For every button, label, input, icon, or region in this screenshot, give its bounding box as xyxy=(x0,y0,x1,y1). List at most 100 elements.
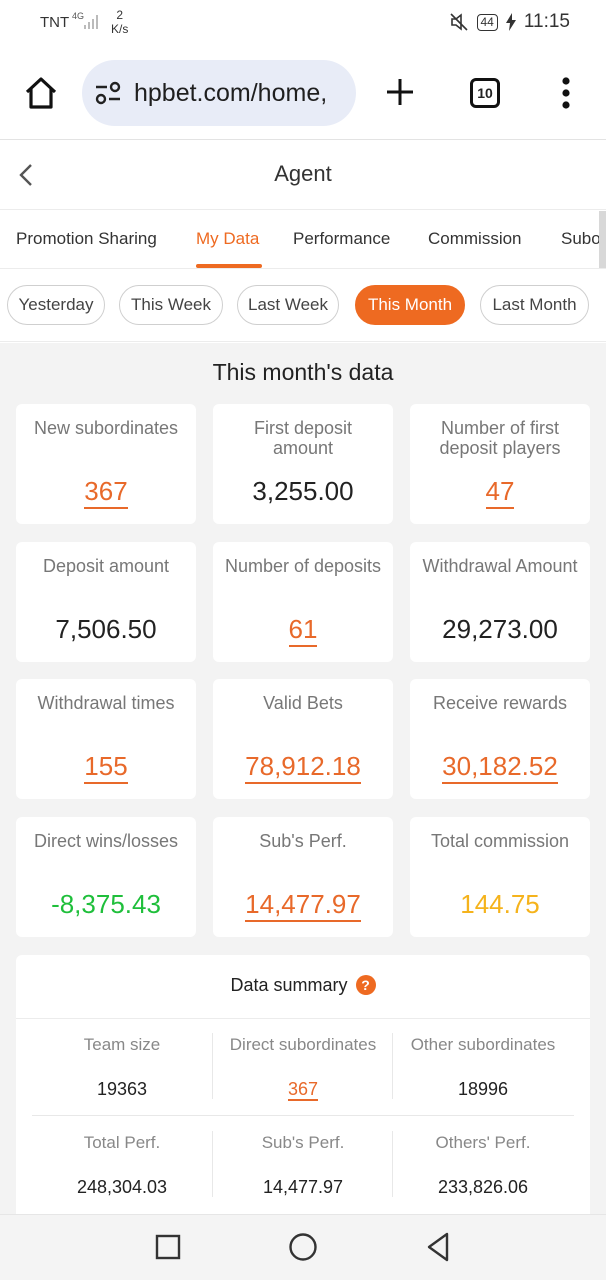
period-filter: Yesterday This Week Last Week This Month… xyxy=(0,270,606,342)
home-nav-icon[interactable] xyxy=(287,1231,319,1263)
stat-label: Total commission xyxy=(430,831,570,851)
summary-label: Team size xyxy=(83,1035,161,1054)
summary-subs-perf: Sub's Perf. 14,477.97 xyxy=(213,1133,393,1198)
stat-card-number-of-deposits: Number of deposits 61 xyxy=(213,542,393,662)
more-vert-icon[interactable] xyxy=(556,76,576,110)
stat-label: Number of first deposit players xyxy=(439,418,561,458)
chip-last-week[interactable]: Last Week xyxy=(237,285,339,325)
summary-label: Other subordinates xyxy=(410,1035,556,1054)
summary-value: 233,826.06 xyxy=(437,1177,529,1197)
summary-other-subordinates: Other subordinates 18996 xyxy=(393,1035,573,1100)
tab-performance[interactable]: Performance xyxy=(293,229,390,249)
status-icons: 44 11:15 xyxy=(449,11,570,33)
summary-others-perf: Others' Perf. 233,826.06 xyxy=(393,1133,573,1198)
data-panel: This month's data New subordinates 367 F… xyxy=(0,343,606,1214)
signal-icon xyxy=(84,13,102,29)
stat-label: Receive rewards xyxy=(432,693,568,713)
page-header: Agent xyxy=(0,140,606,210)
summary-direct-subordinates: Direct subordinates 367 xyxy=(213,1035,393,1101)
stat-label: First deposit amount xyxy=(253,418,353,458)
stat-value[interactable]: 47 xyxy=(410,476,590,509)
chip-yesterday[interactable]: Yesterday xyxy=(7,285,105,325)
tune-icon[interactable] xyxy=(94,80,122,106)
page-title: Agent xyxy=(274,161,332,186)
network-type: 4G xyxy=(72,11,85,21)
stat-value[interactable]: 155 xyxy=(16,751,196,784)
section-title: This month's data xyxy=(212,359,394,385)
stat-label: Withdrawal Amount xyxy=(422,556,578,576)
browser-toolbar: hpbet.com/home, 10 xyxy=(0,46,606,140)
summary-total-perf: Total Perf. 248,304.03 xyxy=(32,1133,212,1198)
stat-value: 7,506.50 xyxy=(55,614,157,644)
stat-card-direct-wins-losses: Direct wins/losses -8,375.43 xyxy=(16,817,196,937)
stat-value: -8,375.43 xyxy=(51,889,161,919)
stat-card-subs-perf: Sub's Perf. 14,477.97 xyxy=(213,817,393,937)
stat-label: Direct wins/losses xyxy=(33,831,179,851)
address-bar[interactable]: hpbet.com/home, xyxy=(82,60,356,126)
back-nav-icon[interactable] xyxy=(422,1231,454,1263)
divider xyxy=(32,1115,574,1116)
tab-bar: Promotion Sharing My Data Performance Co… xyxy=(0,211,606,269)
url-text[interactable]: hpbet.com/home, xyxy=(134,79,327,108)
tab-subordinates[interactable]: Subo xyxy=(561,229,601,249)
summary-value: 19363 xyxy=(96,1079,148,1099)
summary-value: 248,304.03 xyxy=(76,1177,168,1197)
stat-label: Withdrawal times xyxy=(37,693,175,713)
chip-this-week[interactable]: This Week xyxy=(119,285,223,325)
stat-label: New subordinates xyxy=(33,418,179,438)
summary-label: Sub's Perf. xyxy=(261,1133,345,1152)
stat-label: Sub's Perf. xyxy=(259,831,347,851)
stat-card-withdrawal-times: Withdrawal times 155 xyxy=(16,679,196,799)
stat-card-receive-rewards: Receive rewards 30,182.52 xyxy=(410,679,590,799)
stat-card-withdrawal-amount: Withdrawal Amount 29,273.00 xyxy=(410,542,590,662)
stat-label: Deposit amount xyxy=(42,556,170,576)
stat-label: Number of deposits xyxy=(224,556,382,576)
stat-label: Valid Bets xyxy=(263,693,343,713)
status-bar: TNT 4G 2 K/s 44 11:15 xyxy=(0,0,606,46)
summary-value: 14,477.97 xyxy=(262,1177,344,1197)
tabs-icon[interactable]: 10 xyxy=(470,78,500,108)
network-speed-unit: K/s xyxy=(111,22,129,36)
chip-last-month[interactable]: Last Month xyxy=(480,285,589,325)
summary-label: Direct subordinates xyxy=(229,1035,377,1054)
stat-value: 29,273.00 xyxy=(442,614,558,644)
stat-value[interactable]: 30,182.52 xyxy=(410,751,590,784)
active-tab-indicator xyxy=(196,264,262,268)
data-summary-header: Data summary? xyxy=(16,955,590,1019)
system-nav-bar xyxy=(0,1214,606,1280)
stat-value: 144.75 xyxy=(460,889,540,919)
stat-value[interactable]: 14,477.97 xyxy=(213,889,393,922)
summary-label: Total Perf. xyxy=(83,1133,161,1152)
battery-icon: 44 xyxy=(476,13,498,31)
network-speed-value: 2 xyxy=(116,8,124,22)
clock: 11:15 xyxy=(523,11,570,32)
stat-card-total-commission: Total commission 144.75 xyxy=(410,817,590,937)
stat-value: 3,255.00 xyxy=(252,476,354,506)
home-icon[interactable] xyxy=(22,74,60,112)
tab-my-data[interactable]: My Data xyxy=(196,229,259,249)
summary-value[interactable]: 367 xyxy=(213,1079,393,1101)
chip-this-month[interactable]: This Month xyxy=(355,285,465,325)
summary-value: 18996 xyxy=(457,1079,509,1099)
stat-card-first-deposit-amount: First deposit amount 3,255.00 xyxy=(213,404,393,524)
summary-team-size: Team size 19363 xyxy=(32,1035,212,1100)
tab-scrollbar xyxy=(599,211,606,268)
recents-icon[interactable] xyxy=(152,1231,184,1263)
stat-value[interactable]: 78,912.18 xyxy=(213,751,393,784)
stat-value[interactable]: 61 xyxy=(213,614,393,647)
help-icon[interactable]: ? xyxy=(355,975,376,995)
tab-commission[interactable]: Commission xyxy=(428,229,522,249)
tab-promotion-sharing[interactable]: Promotion Sharing xyxy=(16,229,157,249)
stat-card-valid-bets: Valid Bets 78,912.18 xyxy=(213,679,393,799)
stat-card-new-subordinates: New subordinates 367 xyxy=(16,404,196,524)
carrier-name: TNT xyxy=(40,14,70,31)
network-speed: 2 K/s xyxy=(111,8,128,36)
plus-icon[interactable] xyxy=(384,76,416,108)
data-summary-title: Data summary xyxy=(230,975,348,995)
stat-card-deposit-amount: Deposit amount 7,506.50 xyxy=(16,542,196,662)
data-summary-panel: Data summary? Team size 19363 Direct sub… xyxy=(16,955,590,1214)
stat-card-first-deposit-players: Number of first deposit players 47 xyxy=(410,404,590,524)
charging-icon xyxy=(505,13,516,31)
stat-value[interactable]: 367 xyxy=(16,476,196,509)
summary-label: Others' Perf. xyxy=(435,1133,531,1152)
